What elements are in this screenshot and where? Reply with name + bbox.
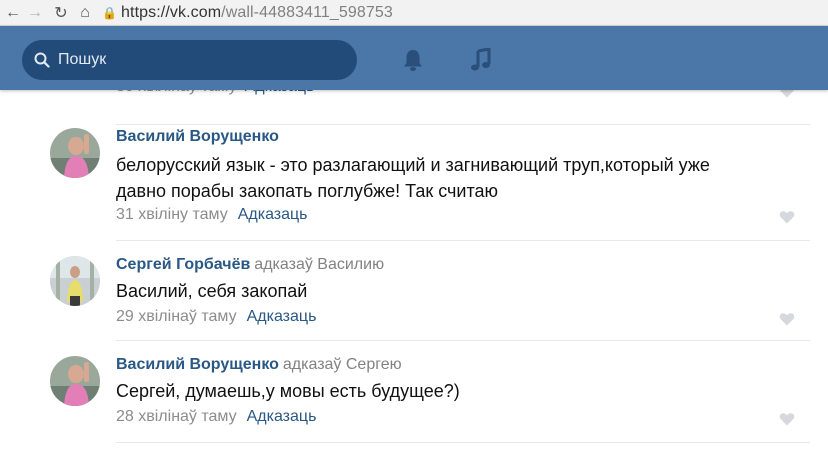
back-arrow-icon[interactable]: ← bbox=[2, 2, 24, 24]
notifications-bell-icon[interactable] bbox=[399, 46, 427, 74]
comment-meta: 31 хвіліну таму Адказаць bbox=[116, 206, 308, 224]
reply-link[interactable]: Адказаць bbox=[238, 206, 308, 223]
comment-divider bbox=[116, 240, 810, 241]
address-bar[interactable]: 🔒 https://vk.com/wall-44883411_598753 bbox=[102, 2, 393, 24]
comment-text: белорусский язык - это разлагающий и заг… bbox=[116, 152, 806, 204]
comment-divider bbox=[116, 442, 810, 443]
url-host: https://vk.com bbox=[121, 3, 222, 21]
comment-author[interactable]: Василий Ворущенко bbox=[116, 128, 279, 146]
author-name[interactable]: Василий Ворущенко bbox=[116, 128, 279, 145]
browser-toolbar: ← → ↻ ⌂ 🔒 https://vk.com/wall-44883411_5… bbox=[0, 0, 828, 26]
comment-divider bbox=[116, 124, 810, 125]
reload-icon[interactable]: ↻ bbox=[50, 2, 72, 24]
reply-to-label[interactable]: адказаў Сергею bbox=[283, 356, 402, 373]
home-icon[interactable]: ⌂ bbox=[74, 2, 96, 24]
comment-time: 31 хвіліну таму bbox=[116, 206, 228, 223]
comment-text-line: Василий, себя закопай bbox=[116, 281, 308, 301]
lock-icon: 🔒 bbox=[102, 5, 118, 20]
comment-author[interactable]: Василий Ворущенко адказаў Сергею bbox=[116, 356, 402, 374]
like-heart-icon[interactable] bbox=[779, 412, 795, 426]
vk-header bbox=[0, 26, 828, 90]
comment-text: Сергей, думаешь,у мовы есть будущее?) bbox=[116, 378, 806, 404]
comment-divider bbox=[116, 340, 810, 341]
avatar[interactable] bbox=[50, 256, 100, 306]
comments-feed: 30 хвілінаў тамуАдказаць Василий Ворущен… bbox=[32, 78, 810, 449]
like-heart-icon[interactable] bbox=[779, 312, 795, 326]
comment-meta: 28 хвілінаў таму Адказаць bbox=[116, 408, 316, 426]
comment-text-line: Сергей, думаешь,у мовы есть будущее?) bbox=[116, 381, 460, 401]
avatar[interactable] bbox=[50, 356, 100, 406]
avatar[interactable] bbox=[50, 128, 100, 178]
search-icon bbox=[34, 52, 50, 68]
url-path: /wall-44883411_598753 bbox=[221, 3, 393, 21]
search-input[interactable] bbox=[58, 51, 338, 69]
reply-to-label[interactable]: адказаў Василию bbox=[254, 256, 384, 273]
search-box[interactable] bbox=[22, 40, 357, 80]
comment-meta: 29 хвілінаў таму Адказаць bbox=[116, 308, 316, 326]
comment-text-line: давно порабы закопать поглубже! Так счит… bbox=[116, 181, 499, 201]
comment-author[interactable]: Сергей Горбачёв адказаў Василию bbox=[116, 256, 384, 274]
music-note-icon[interactable] bbox=[467, 46, 495, 74]
reply-link[interactable]: Адказаць bbox=[247, 308, 317, 325]
like-heart-icon[interactable] bbox=[779, 210, 795, 224]
reply-link[interactable]: Адказаць bbox=[247, 408, 317, 425]
author-name[interactable]: Василий Ворущенко bbox=[116, 356, 279, 373]
author-name[interactable]: Сергей Горбачёв bbox=[116, 256, 250, 273]
comment-time: 28 хвілінаў таму bbox=[116, 408, 237, 425]
comment-text: Василий, себя закопай bbox=[116, 278, 806, 304]
comment-time: 29 хвілінаў таму bbox=[116, 308, 237, 325]
forward-arrow-icon[interactable]: → bbox=[24, 2, 46, 24]
comment-text-line: белорусский язык - это разлагающий и заг… bbox=[116, 155, 710, 175]
